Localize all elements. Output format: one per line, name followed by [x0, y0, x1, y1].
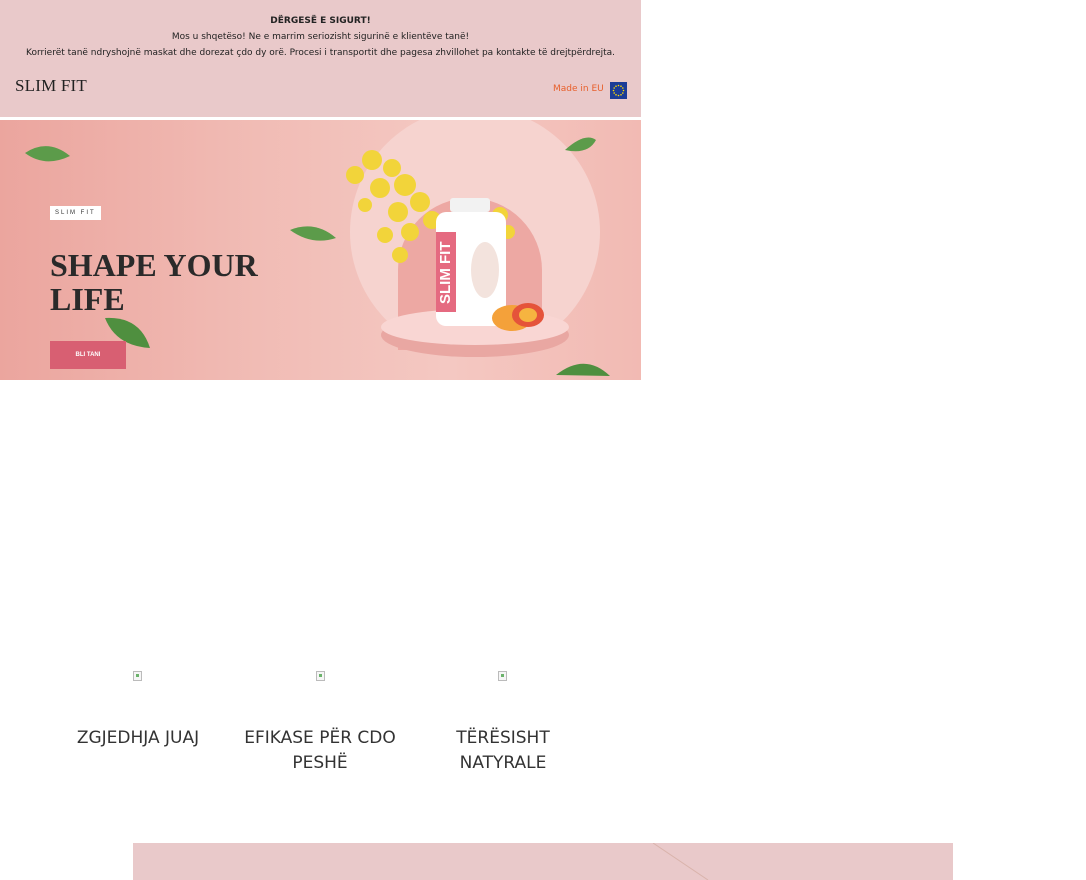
feature-image-icon	[316, 671, 325, 681]
buy-now-button[interactable]: BLI TANI	[50, 341, 126, 369]
bottle-label-text: SLIM FIT	[437, 242, 454, 305]
notice-line-2: Korrierët tanë ndryshojnë maskat dhe dor…	[25, 48, 616, 58]
feature-label-line-1: TËRËSISHT	[456, 728, 550, 748]
feature-your-choice: ZGJEDHJA JUAJ	[58, 726, 218, 751]
leaf-bottom-right	[556, 363, 610, 376]
feature-label-line-1: ZGJEDHJA JUAJ	[76, 728, 200, 748]
promo-section-band	[133, 843, 953, 880]
bottle-cap	[450, 198, 490, 212]
notice-text: DËRGESË E SIGURT! Mos u shqetëso! Ne e m…	[0, 13, 641, 61]
feature-natural: TËRËSISHT NATYRALE	[423, 726, 583, 776]
feature-image-icon	[498, 671, 507, 681]
band-decoration	[652, 843, 709, 880]
made-in-eu-label: Made in EU	[553, 84, 604, 94]
mango-flesh	[519, 308, 537, 322]
notice-bar: DËRGESË E SIGURT! Mos u shqetëso! Ne e m…	[0, 0, 641, 117]
feature-effective: EFIKASE PËR CDO PESHË	[240, 726, 400, 776]
brand-logo[interactable]: SLIM FIT	[15, 76, 87, 96]
leaf-mid	[290, 226, 336, 241]
hero-brand-tag: SLIM FIT	[50, 206, 101, 220]
eu-flag-icon	[610, 82, 627, 99]
hero-banner: SLIM FIT SLIM FIT SHAPE YOUR LIFE BLI TA…	[0, 120, 641, 380]
eu-stars-icon	[612, 84, 625, 97]
hero-title: SHAPE YOUR LIFE	[50, 248, 300, 316]
hero-title-line-2: LIFE	[50, 281, 125, 317]
bottle-figure	[471, 242, 499, 298]
feature-image-icon	[133, 671, 142, 681]
notice-line-1: Mos u shqetëso! Ne e marrim seriozisht s…	[171, 32, 470, 42]
hero-title-line-1: SHAPE YOUR	[50, 247, 258, 283]
leaf-top-right	[565, 137, 596, 152]
notice-title: DËRGESË E SIGURT!	[270, 16, 371, 26]
leaf-top-left	[25, 146, 70, 162]
feature-label-line-1: EFIKASE PËR CDO	[244, 728, 396, 748]
feature-label-line-2: NATYRALE	[459, 753, 547, 773]
feature-label-line-2: PESHË	[292, 753, 348, 773]
